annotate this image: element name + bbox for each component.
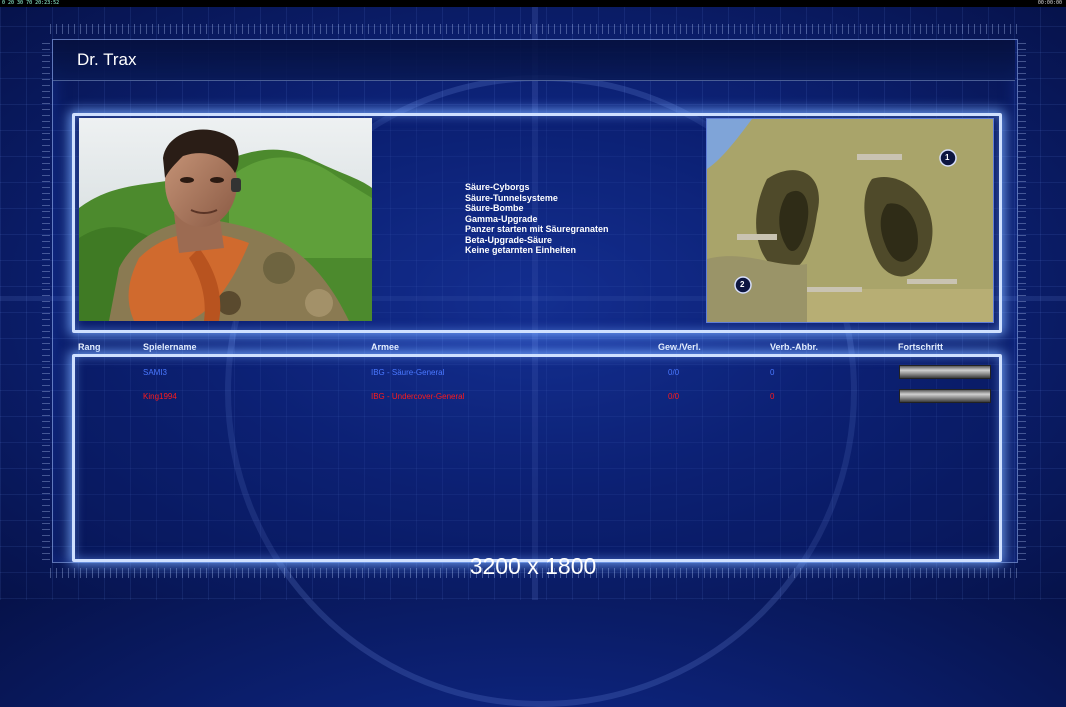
player-disconnects: 0	[770, 368, 775, 377]
player-name: SAMI3	[143, 368, 168, 377]
player-progress-bar	[899, 389, 991, 403]
column-header-player: Spielername	[143, 342, 197, 352]
players-panel	[72, 354, 1002, 562]
title-bar	[53, 40, 1015, 81]
feature-item: Gamma-Upgrade	[465, 213, 538, 224]
feature-item: Säure-Tunnelsysteme	[465, 192, 558, 203]
feature-item: Säure-Cyborgs	[465, 182, 530, 192]
column-header-army: Armee	[371, 342, 400, 352]
player-name: King1994	[143, 392, 177, 401]
start-position-2-label: 2	[740, 280, 745, 289]
map-title: Dr. Trax	[77, 50, 137, 69]
resolution-overlay-label: 3200 x 1800	[469, 553, 597, 579]
frame-ruler-left	[42, 40, 50, 560]
player-winloss: 0/0	[668, 368, 680, 377]
player-army: IBG - Undercover-General	[371, 392, 465, 401]
column-header-disconnects: Verb.-Abbr.	[770, 342, 819, 352]
start-position-1-label: 1	[945, 153, 950, 162]
column-header-winloss: Gew./Verl.	[658, 342, 701, 352]
feature-item: Beta-Upgrade-Säure	[465, 234, 553, 245]
player-progress-bar	[899, 365, 991, 379]
player-disconnects: 0	[770, 392, 775, 401]
fps-counter: 0 20 30 70 20:23:52	[2, 0, 60, 6]
column-header-rank: Rang	[78, 342, 101, 352]
column-header-progress: Fortschritt	[898, 342, 943, 352]
general-portrait	[79, 118, 372, 321]
debug-topbar: 0 20 30 70 20:23:52 00:00:00	[0, 0, 1066, 7]
player-winloss: 0/0	[668, 392, 680, 401]
general-portrait-image	[79, 118, 372, 321]
feature-item: Säure-Bombe	[465, 203, 524, 213]
player-army: IBG - Säure-General	[371, 368, 445, 377]
general-features-list: Säure-Cyborgs Säure-Tunnelsysteme Säure-…	[465, 182, 609, 256]
feature-item: Panzer starten mit Säuregranaten	[465, 224, 609, 234]
frame-ruler-top	[50, 24, 1020, 34]
minimap-preview: 1 2	[706, 118, 994, 323]
clock-readout: 00:00:00	[1037, 0, 1062, 6]
feature-item: Keine getarnten Einheiten	[465, 245, 577, 255]
frame-ruler-right	[1018, 40, 1026, 560]
